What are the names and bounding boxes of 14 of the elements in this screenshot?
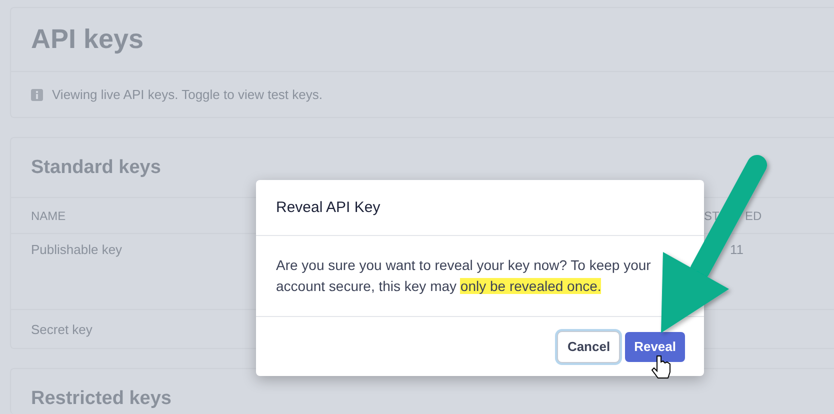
page-title: API keys bbox=[31, 24, 144, 55]
column-header: NAME bbox=[31, 208, 66, 222]
section-title: Standard keys bbox=[31, 156, 161, 178]
dialog-title: Reveal API Key bbox=[276, 199, 380, 216]
table-cell: Secret key bbox=[31, 322, 92, 336]
cancel-button[interactable]: Cancel bbox=[558, 332, 620, 362]
column-header: ST bbox=[704, 209, 720, 223]
column-header: ED bbox=[745, 209, 762, 223]
notice-text: Viewing live API keys. Toggle to view test keys. bbox=[52, 87, 322, 102]
reveal-button[interactable]: Reveal bbox=[625, 332, 685, 362]
info-icon bbox=[31, 88, 43, 100]
table-cell-text: Publishable key bbox=[31, 242, 122, 259]
section-title: Restricted keys bbox=[31, 388, 172, 410]
table-cell: 11 bbox=[730, 242, 744, 257]
